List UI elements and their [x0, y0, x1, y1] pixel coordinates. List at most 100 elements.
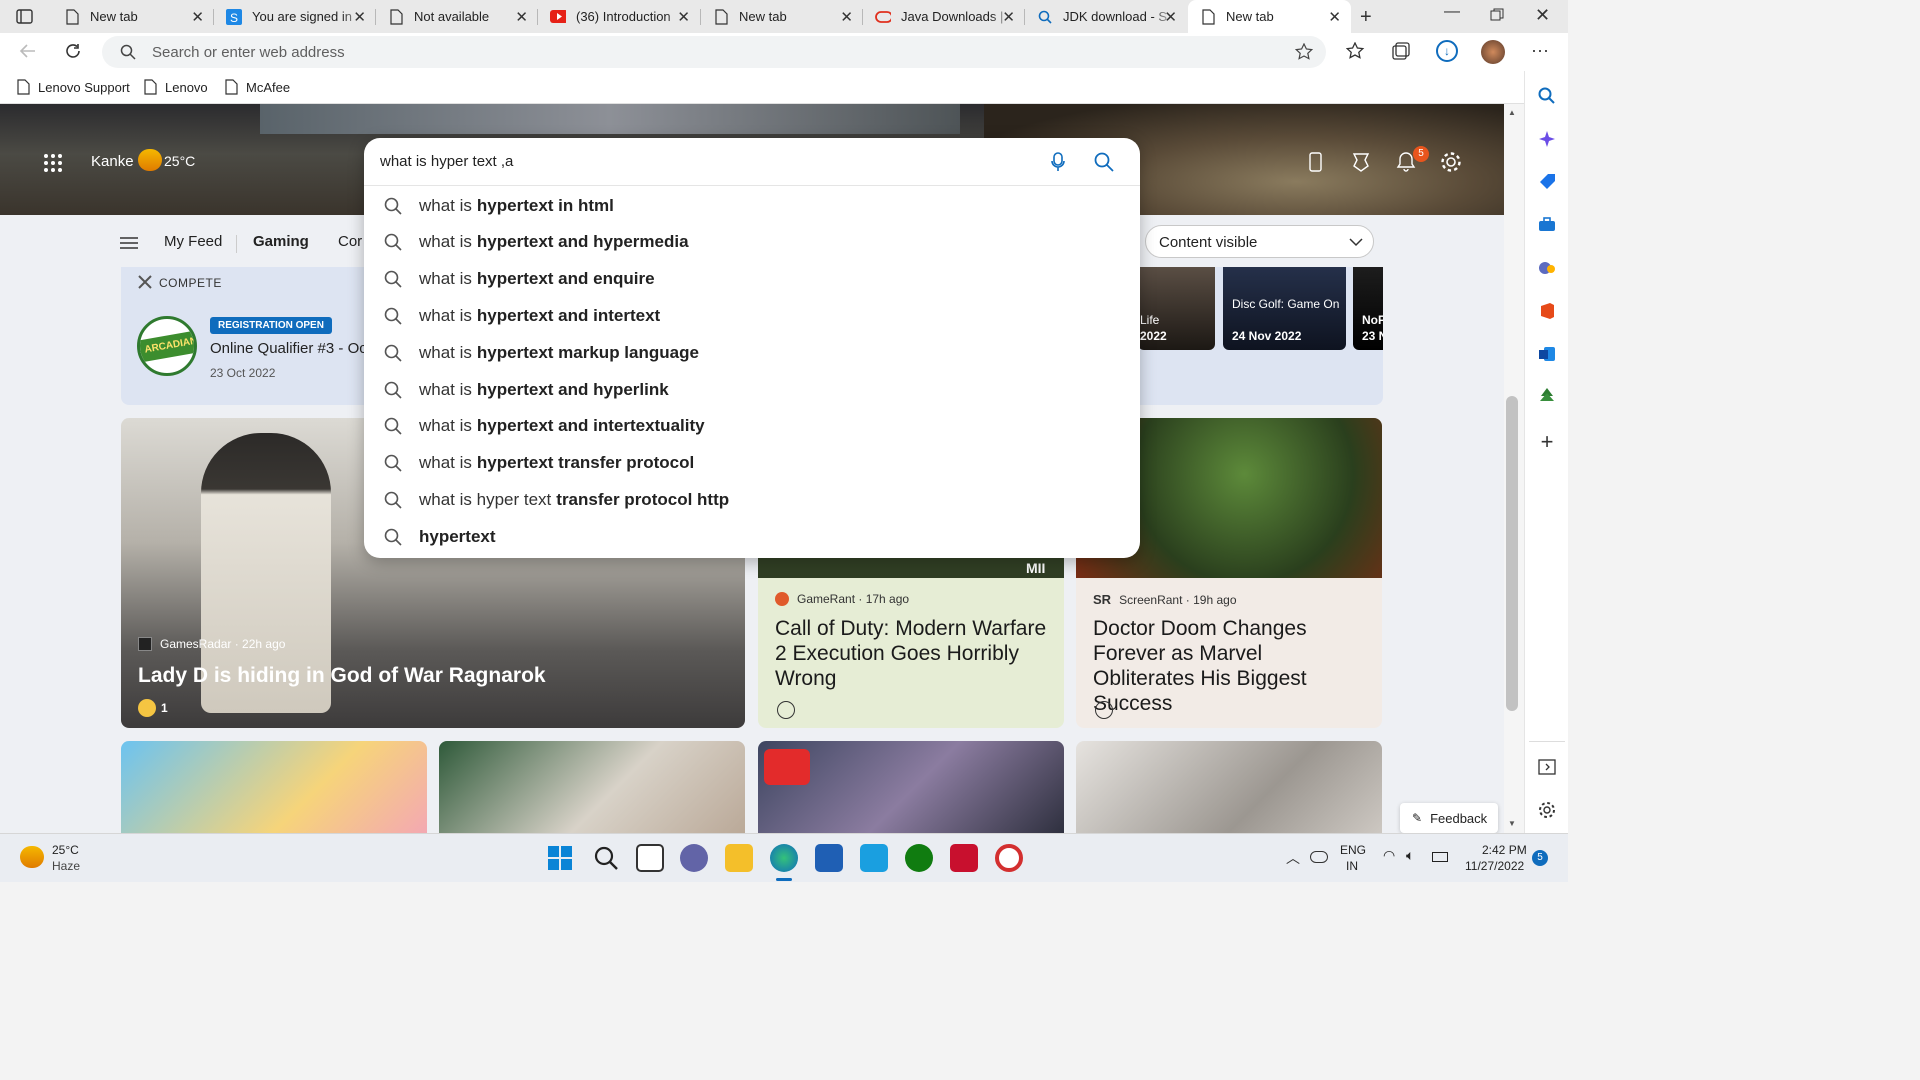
suggestion-item[interactable]: what is hypertext transfer protocol — [364, 445, 1140, 482]
profile-avatar[interactable] — [1481, 40, 1505, 64]
news-card-mario[interactable] — [121, 741, 427, 833]
downloads-icon[interactable]: ↓ — [1436, 40, 1458, 62]
mcafee-icon[interactable] — [950, 844, 978, 872]
weather-haze-icon[interactable] — [20, 846, 44, 868]
search-icon[interactable] — [1525, 87, 1569, 105]
browser-tab[interactable]: New tab ✕ — [52, 0, 214, 33]
add-reaction-icon[interactable] — [777, 701, 795, 719]
notification-count-badge[interactable]: 5 — [1532, 850, 1548, 866]
tools-icon[interactable] — [1525, 216, 1569, 234]
close-tab-icon[interactable]: ✕ — [353, 8, 366, 26]
browser-tab[interactable]: (36) Introduction ✕ — [538, 0, 700, 33]
suggestion-item[interactable]: what is hypertext and hypermedia — [364, 224, 1140, 261]
search-box[interactable]: what is hyper text ,a — [364, 138, 1140, 186]
page-scrollbar[interactable]: ▲ ▼ — [1504, 104, 1524, 833]
file-explorer-icon[interactable] — [725, 844, 753, 872]
battery-icon[interactable] — [1432, 852, 1448, 862]
search-query[interactable]: what is hyper text ,a — [380, 153, 513, 170]
bookmark-lenovo[interactable]: Lenovo — [144, 79, 208, 95]
phone-icon[interactable] — [1309, 152, 1322, 177]
content-visibility-select[interactable]: Content visible — [1145, 225, 1374, 258]
search-submit-icon[interactable] — [1094, 152, 1114, 172]
microphone-icon[interactable] — [1051, 152, 1065, 172]
address-bar[interactable]: Search or enter web address — [102, 36, 1326, 68]
browser-tab[interactable]: Java Downloads | ✕ — [863, 0, 1025, 33]
sparkle-icon[interactable] — [1525, 130, 1569, 148]
taskbar-weather-temp[interactable]: 25°C — [52, 843, 79, 857]
hide-sidebar-icon[interactable] — [1525, 759, 1569, 775]
restore-button[interactable] — [1490, 8, 1504, 27]
nav-gaming[interactable]: Gaming — [253, 233, 309, 250]
news-card-bottom-4[interactable] — [1076, 741, 1382, 833]
xbox-icon[interactable] — [905, 844, 933, 872]
games-icon[interactable] — [1525, 259, 1569, 277]
back-icon[interactable] — [19, 42, 37, 65]
new-tab-button[interactable]: + — [1360, 6, 1372, 29]
feedback-button[interactable]: ✎ Feedback — [1400, 803, 1498, 833]
lenovo-l-icon[interactable] — [860, 844, 888, 872]
minimize-button[interactable]: — — [1444, 3, 1460, 21]
suggestion-item[interactable]: what is hypertext and intertextuality — [364, 408, 1140, 445]
browser-tab[interactable]: JDK download - S ✕ — [1025, 0, 1187, 33]
add-reaction-icon[interactable] — [1095, 701, 1113, 719]
shopping-tag-icon[interactable] — [1525, 173, 1569, 191]
browser-tab[interactable]: New tab ✕ — [1188, 0, 1351, 33]
close-tab-icon[interactable]: ✕ — [515, 8, 528, 26]
microsoft-store-icon[interactable] — [815, 844, 843, 872]
hamburger-menu-icon[interactable] — [120, 236, 138, 255]
suggestion-item[interactable]: what is hypertext and enquire — [364, 261, 1140, 298]
sidebar-settings-gear-icon[interactable] — [1525, 801, 1569, 819]
clock-time[interactable]: 2:42 PM — [1482, 843, 1527, 857]
outlook-icon[interactable] — [1525, 345, 1569, 363]
browser-tab[interactable]: Not available ✕ — [376, 0, 538, 33]
add-favorite-icon[interactable] — [1295, 43, 1313, 61]
rewards-icon[interactable] — [1351, 152, 1371, 177]
browser-tab[interactable]: S You are signed in ✕ — [214, 0, 376, 33]
scrollbar-thumb[interactable] — [1506, 396, 1518, 711]
event-card[interactable]: Disc Golf: Game On 24 Nov 2022 — [1223, 267, 1346, 350]
teams-chat-icon[interactable] — [680, 844, 708, 872]
onedrive-icon[interactable] — [1310, 851, 1328, 863]
add-sidebar-app-icon[interactable]: + — [1525, 429, 1569, 455]
task-view-icon[interactable] — [636, 844, 664, 872]
tab-actions-icon[interactable] — [16, 8, 33, 30]
event-card[interactable]: NoF 23 N — [1353, 267, 1383, 350]
page-settings-gear-icon[interactable] — [1440, 151, 1462, 178]
edge-browser-icon[interactable] — [770, 844, 798, 872]
close-tab-icon[interactable]: ✕ — [191, 8, 204, 26]
suggestion-item[interactable]: what is hypertext in html — [364, 187, 1140, 224]
office-icon[interactable] — [1525, 302, 1569, 320]
refresh-icon[interactable] — [64, 42, 82, 65]
apps-grid-icon[interactable] — [43, 153, 63, 178]
browser-tab[interactable]: New tab ✕ — [701, 0, 863, 33]
volume-icon[interactable]: 🔈︎ — [1406, 847, 1414, 864]
suggestion-item[interactable]: what is hypertext and intertext — [364, 297, 1140, 334]
compete-title[interactable]: Online Qualifier #3 - Oc — [210, 340, 367, 357]
start-windows-icon[interactable] — [548, 846, 572, 875]
bookmark-lenovo-support[interactable]: Lenovo Support — [17, 79, 130, 95]
tray-overflow-icon[interactable]: ︿ — [1286, 848, 1300, 868]
close-tab-icon[interactable]: ✕ — [840, 8, 853, 26]
bookmark-mcafee[interactable]: McAfee — [225, 79, 290, 95]
news-card-bottom-2[interactable] — [439, 741, 745, 833]
close-tab-icon[interactable]: ✕ — [1002, 8, 1015, 26]
close-tab-icon[interactable]: ✕ — [677, 8, 690, 26]
weather-location[interactable]: Kanke — [91, 153, 134, 170]
suggestion-item[interactable]: hypertext — [364, 518, 1140, 555]
close-tab-icon[interactable]: ✕ — [1328, 8, 1341, 26]
news-card-pow[interactable] — [758, 741, 1064, 833]
wifi-icon[interactable]: ◠ — [1383, 847, 1395, 864]
suggestion-item[interactable]: what is hypertext and hyperlink — [364, 371, 1140, 408]
close-tab-icon[interactable]: ✕ — [1164, 8, 1177, 26]
close-window-button[interactable]: ✕ — [1535, 5, 1550, 26]
suggestion-item[interactable]: what is hypertext markup language — [364, 334, 1140, 371]
event-card[interactable]: Life 2022 — [1138, 267, 1215, 350]
tree-icon[interactable] — [1525, 387, 1569, 405]
nav-my-feed[interactable]: My Feed — [164, 233, 222, 250]
lang-eng[interactable]: ENG — [1340, 843, 1366, 857]
favorites-icon[interactable] — [1345, 41, 1366, 65]
nav-cor[interactable]: Cor — [338, 233, 362, 250]
settings-more-icon[interactable]: ··· — [1531, 40, 1549, 61]
app-red-circle-icon[interactable] — [995, 844, 1023, 872]
taskbar-search-icon[interactable] — [594, 846, 618, 875]
